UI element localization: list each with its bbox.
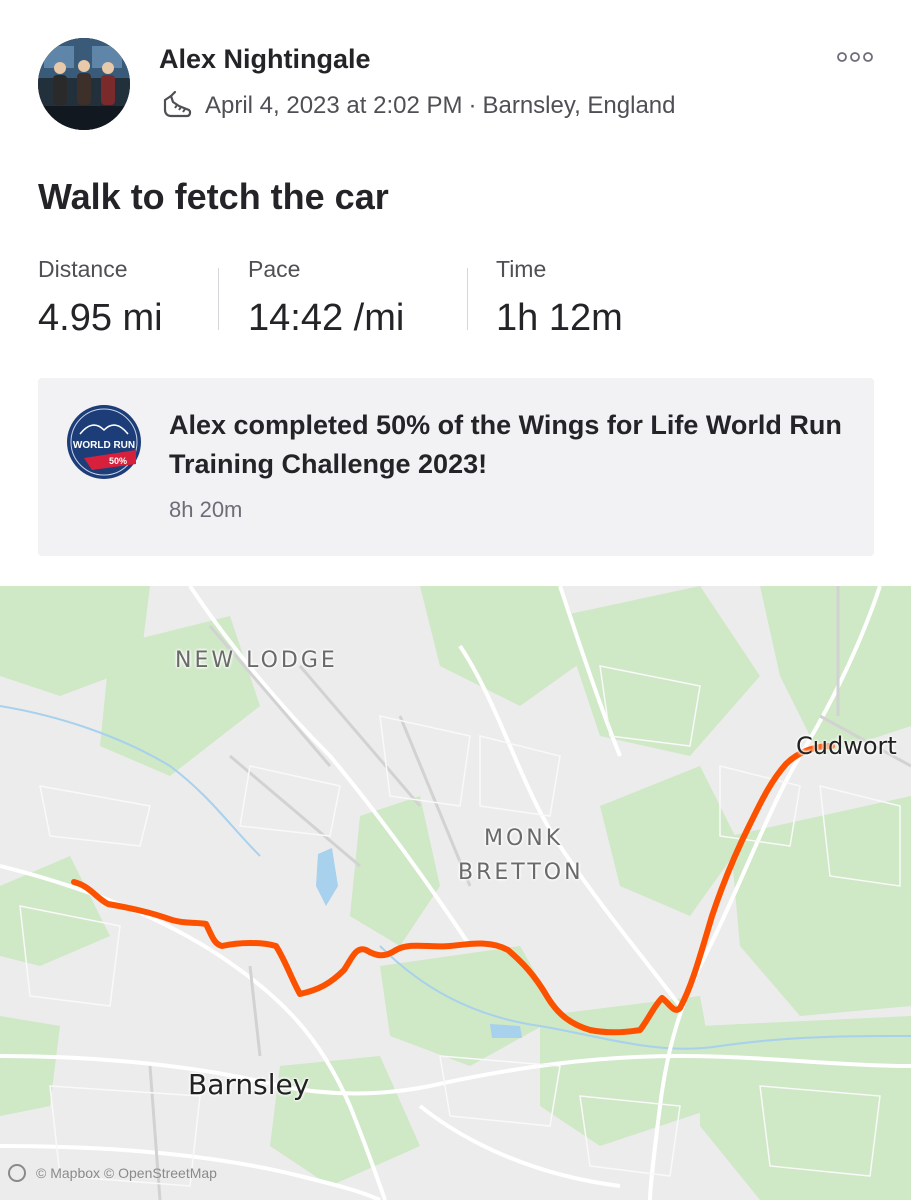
- stat-value: 4.95 mi: [38, 297, 163, 339]
- stat-label: Distance: [38, 256, 128, 282]
- challenge-badge-icon: WORLD RUN 50%: [67, 405, 141, 479]
- route-map[interactable]: NEW LODGE MONK BRETTON Cudwort Barnsley …: [0, 586, 911, 1200]
- map-attribution[interactable]: © Mapbox © OpenStreetMap: [8, 1164, 217, 1182]
- stat-label: Time: [496, 256, 547, 282]
- challenge-time: 8h 20m: [169, 497, 243, 522]
- stat-label: Pace: [248, 256, 301, 282]
- avatar-photo: [38, 38, 130, 130]
- mapbox-logo-icon: [8, 1164, 26, 1182]
- activity-date: April 4, 2023 at 2:02 PM: [205, 92, 463, 119]
- stat-distance: Distance 4.95 mi: [38, 256, 163, 340]
- challenge-card[interactable]: WORLD RUN 50% Alex completed 50% of the …: [38, 378, 874, 556]
- route-polyline: [71, 743, 835, 1036]
- stat-value: 1h 12m: [496, 297, 623, 339]
- activity-title[interactable]: Walk to fetch the car: [38, 176, 389, 218]
- athlete-name[interactable]: Alex Nightingale: [159, 44, 371, 75]
- badge-text-bottom: 50%: [109, 456, 127, 466]
- stat-divider: [467, 268, 468, 330]
- more-options-button[interactable]: [832, 44, 878, 70]
- map-label-new-lodge: NEW LODGE: [175, 648, 338, 673]
- activity-header: Alex Nightingale April 4, 2023 at 2:02 P…: [0, 0, 911, 160]
- activity-location: Barnsley, England: [482, 92, 676, 119]
- map-label-monk: MONK: [484, 826, 564, 851]
- badge-text-top: WORLD RUN: [73, 440, 135, 451]
- walking-shoe-icon: [163, 90, 192, 118]
- activity-meta: April 4, 2023 at 2:02 PM · Barnsley, Eng…: [159, 88, 676, 124]
- challenge-text: Alex completed 50% of the Wings for Life…: [169, 410, 842, 479]
- stat-value: 14:42 /mi: [248, 297, 405, 339]
- map-label-barnsley: Barnsley: [188, 1068, 310, 1101]
- more-dots-icon: [837, 52, 873, 62]
- stat-time: Time 1h 12m: [496, 256, 623, 340]
- attribution-text: © Mapbox © OpenStreetMap: [36, 1165, 217, 1181]
- stat-pace: Pace 14:42 /mi: [248, 256, 404, 340]
- stat-divider: [218, 268, 219, 330]
- map-label-bretton: BRETTON: [458, 860, 584, 885]
- map-label-cudworth: Cudwort: [796, 732, 897, 760]
- meta-separator: ·: [468, 92, 477, 119]
- avatar[interactable]: [38, 38, 130, 130]
